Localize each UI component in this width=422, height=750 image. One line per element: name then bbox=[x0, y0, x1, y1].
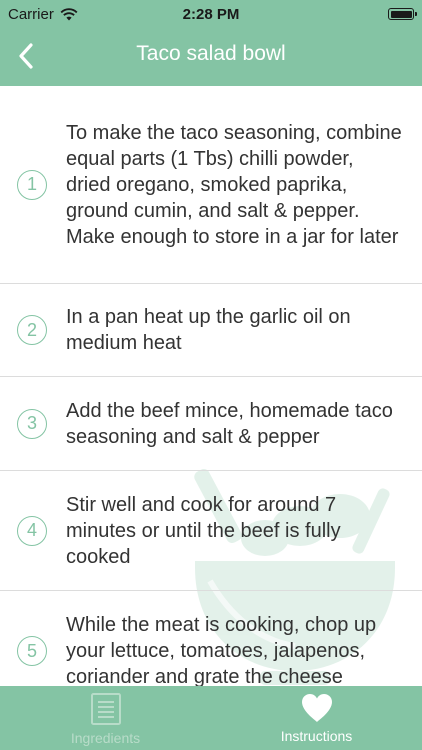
step-number-badge: 1 bbox=[17, 169, 47, 200]
tab-ingredients[interactable]: Ingredients bbox=[0, 686, 211, 750]
instructions-list[interactable]: 1 To make the taco seasoning, combine eq… bbox=[0, 86, 422, 686]
battery-icon bbox=[388, 8, 417, 20]
list-item[interactable]: 4 Stir well and cook for around 7 minute… bbox=[0, 471, 422, 591]
step-text: Stir well and cook for around 7 minutes … bbox=[66, 493, 341, 568]
list-item[interactable]: 3 Add the beef mince, homemade taco seas… bbox=[0, 377, 422, 471]
chevron-left-icon bbox=[19, 43, 33, 69]
list-item[interactable]: 5 While the meat is cooking, chop up you… bbox=[0, 591, 422, 686]
heart-icon bbox=[301, 694, 332, 722]
list-item[interactable]: 1 To make the taco seasoning, combine eq… bbox=[0, 86, 422, 284]
recipe-instructions-screen: Carrier 2:28 PM Taco salad bowl 1 To mak… bbox=[0, 0, 422, 750]
document-list-icon bbox=[90, 693, 121, 725]
navigation-bar: Taco salad bowl bbox=[0, 30, 422, 86]
step-text: To make the taco seasoning, combine equa… bbox=[66, 121, 402, 248]
tab-label: Ingredients bbox=[70, 730, 141, 746]
battery-fill bbox=[390, 10, 412, 18]
step-number-badge: 2 bbox=[17, 315, 47, 345]
page-title: Taco salad bowl bbox=[136, 42, 286, 65]
step-text: In a pan heat up the garlic oil on mediu… bbox=[66, 306, 351, 354]
tab-label: Instructions bbox=[280, 728, 353, 744]
tab-instructions[interactable]: Instructions bbox=[211, 686, 422, 750]
step-number-badge: 3 bbox=[17, 408, 47, 439]
step-text: Add the beef mince, homemade taco season… bbox=[66, 399, 393, 448]
step-text: While the meat is cooking, chop up your … bbox=[66, 614, 377, 686]
header: Carrier 2:28 PM Taco salad bowl bbox=[0, 0, 422, 86]
status-time: 2:28 PM bbox=[182, 6, 240, 23]
list-item[interactable]: 2 In a pan heat up the garlic oil on med… bbox=[0, 284, 422, 377]
step-number-badge: 5 bbox=[17, 636, 47, 666]
tab-bar: Ingredients Instructions bbox=[0, 686, 422, 750]
back-button[interactable] bbox=[6, 36, 46, 76]
status-bar: Carrier 2:28 PM bbox=[0, 0, 422, 30]
step-number-badge: 4 bbox=[17, 515, 47, 546]
